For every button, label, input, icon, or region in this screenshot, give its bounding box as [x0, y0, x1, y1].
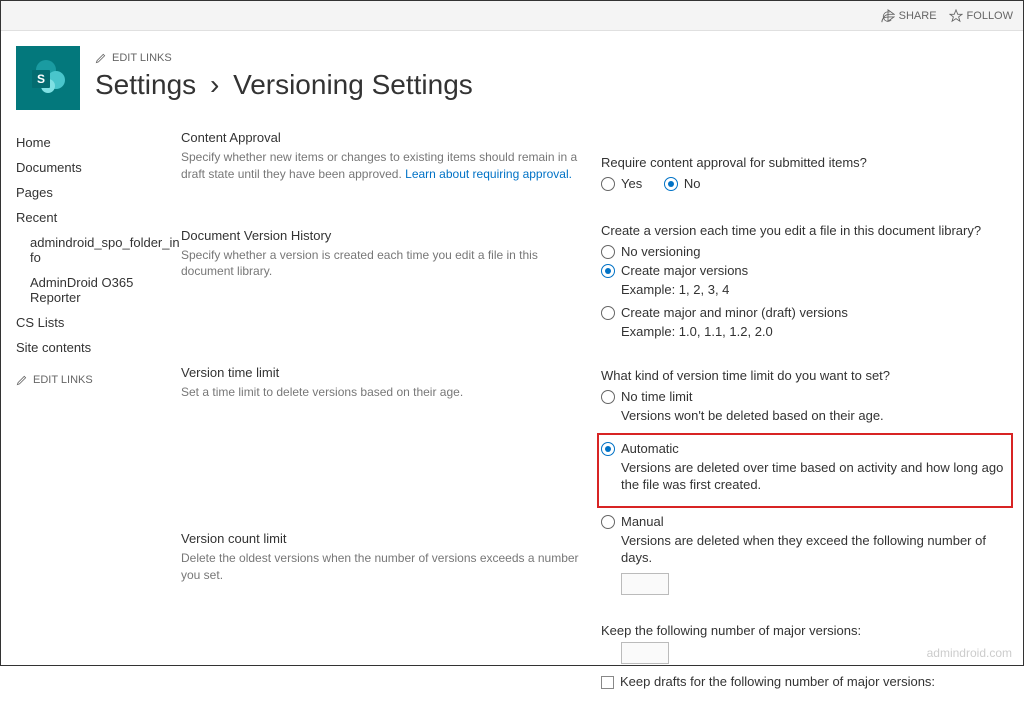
- breadcrumb: Settings › Versioning Settings: [95, 70, 473, 101]
- nav-recent[interactable]: Recent: [16, 205, 181, 230]
- vtl-question: What kind of version time limit do you w…: [601, 368, 1013, 383]
- header-region: S EDIT LINKS Settings › Versioning Setti…: [1, 31, 1023, 110]
- share-button[interactable]: SHARE: [881, 9, 937, 23]
- nav-site-contents[interactable]: Site contents: [16, 335, 181, 360]
- keep-drafts-option[interactable]: Keep drafts for the following number of …: [601, 674, 1013, 689]
- keep-drafts-label: Keep drafts for the following number of …: [620, 674, 935, 689]
- star-icon: [949, 9, 963, 23]
- no-time-limit-option[interactable]: No time limit: [601, 389, 1013, 404]
- description-column: Content Approval Specify whether new ite…: [181, 130, 581, 717]
- no-versioning-label: No versioning: [621, 244, 701, 259]
- edit-links-nav-label: EDIT LINKS: [33, 374, 93, 386]
- pencil-icon: [95, 53, 106, 64]
- section-desc-vcl: Delete the oldest versions when the numb…: [181, 550, 581, 584]
- edit-links-nav-button[interactable]: EDIT LINKS: [16, 374, 181, 386]
- approval-no-option[interactable]: No: [664, 176, 701, 191]
- radio-icon: [601, 515, 615, 529]
- version-history-group: Create a version each time you edit a fi…: [601, 223, 1013, 340]
- radio-icon: [601, 306, 615, 320]
- radio-icon: [601, 177, 615, 191]
- create-major-example: Example: 1, 2, 3, 4: [601, 281, 1013, 299]
- edit-links-top-label: EDIT LINKS: [112, 52, 172, 64]
- approval-yes-option[interactable]: Yes: [601, 176, 642, 191]
- section-title-dvh: Document Version History: [181, 228, 581, 243]
- checkbox-icon: [601, 676, 614, 689]
- highlighted-automatic-box: Automatic Versions are deleted over time…: [597, 433, 1013, 508]
- create-minor-example: Example: 1.0, 1.1, 1.2, 2.0: [601, 323, 1013, 341]
- nav-home[interactable]: Home: [16, 130, 181, 155]
- controls-column: Require content approval for submitted i…: [581, 130, 1013, 717]
- create-major-option[interactable]: Create major versions: [601, 263, 1013, 278]
- radio-icon: [601, 442, 615, 456]
- dvh-question: Create a version each time you edit a fi…: [601, 223, 1013, 238]
- nav-documents[interactable]: Documents: [16, 155, 181, 180]
- section-desc-dvh: Specify whether a version is created eac…: [181, 247, 581, 281]
- nav-recent-item-2[interactable]: AdminDroid O365 Reporter: [16, 270, 181, 310]
- share-icon: [881, 9, 895, 23]
- manual-option[interactable]: Manual: [601, 514, 1013, 529]
- manual-days-input[interactable]: [621, 573, 669, 595]
- keep-major-input[interactable]: [621, 642, 669, 664]
- section-title-content-approval: Content Approval: [181, 130, 581, 145]
- learn-approval-link[interactable]: Learn about requiring approval.: [405, 167, 572, 181]
- follow-label: FOLLOW: [967, 10, 1013, 22]
- follow-button[interactable]: FOLLOW: [949, 9, 1013, 23]
- no-time-limit-label: No time limit: [621, 389, 693, 404]
- breadcrumb-settings[interactable]: Settings: [95, 69, 196, 100]
- create-major-label: Create major versions: [621, 263, 748, 278]
- section-desc-content-approval: Specify whether new items or changes to …: [181, 149, 581, 183]
- section-desc-vtl: Set a time limit to delete versions base…: [181, 384, 581, 401]
- automatic-option[interactable]: Automatic: [601, 441, 1005, 456]
- approval-yes-label: Yes: [621, 176, 642, 191]
- nav-recent-item-1[interactable]: admindroid_spo_folder_info: [16, 230, 181, 270]
- left-navigation: Home Documents Pages Recent admindroid_s…: [16, 130, 181, 717]
- section-title-vcl: Version count limit: [181, 531, 581, 546]
- watermark: admindroid.com: [927, 646, 1012, 660]
- automatic-sublabel: Versions are deleted over time based on …: [601, 459, 1005, 494]
- content-approval-group: Require content approval for submitted i…: [601, 155, 1013, 195]
- top-action-bar: SHARE FOLLOW: [1, 1, 1023, 31]
- sharepoint-icon: S: [26, 56, 70, 100]
- nav-pages[interactable]: Pages: [16, 180, 181, 205]
- radio-icon: [601, 390, 615, 404]
- radio-icon: [601, 264, 615, 278]
- approval-no-label: No: [684, 176, 701, 191]
- keep-major-label: Keep the following number of major versi…: [601, 623, 1013, 638]
- breadcrumb-current: Versioning Settings: [233, 69, 473, 100]
- manual-label: Manual: [621, 514, 664, 529]
- nav-cslists[interactable]: CS Lists: [16, 310, 181, 335]
- section-title-vtl: Version time limit: [181, 365, 581, 380]
- create-minor-option[interactable]: Create major and minor (draft) versions: [601, 305, 1013, 320]
- radio-icon: [601, 245, 615, 259]
- svg-text:S: S: [37, 72, 45, 86]
- main-content: Content Approval Specify whether new ite…: [181, 130, 1013, 717]
- automatic-label: Automatic: [621, 441, 679, 456]
- edit-links-top-button[interactable]: EDIT LINKS: [95, 52, 473, 64]
- share-label: SHARE: [899, 10, 937, 22]
- no-time-limit-sublabel: Versions won't be deleted based on their…: [601, 407, 1013, 425]
- no-versioning-option[interactable]: No versioning: [601, 244, 1013, 259]
- create-minor-label: Create major and minor (draft) versions: [621, 305, 848, 320]
- pencil-icon: [16, 375, 27, 386]
- approval-question: Require content approval for submitted i…: [601, 155, 1013, 170]
- breadcrumb-separator: ›: [210, 69, 219, 100]
- site-logo[interactable]: S: [16, 46, 80, 110]
- version-time-limit-group: What kind of version time limit do you w…: [601, 368, 1013, 595]
- manual-sublabel: Versions are deleted when they exceed th…: [601, 532, 1013, 567]
- radio-icon: [664, 177, 678, 191]
